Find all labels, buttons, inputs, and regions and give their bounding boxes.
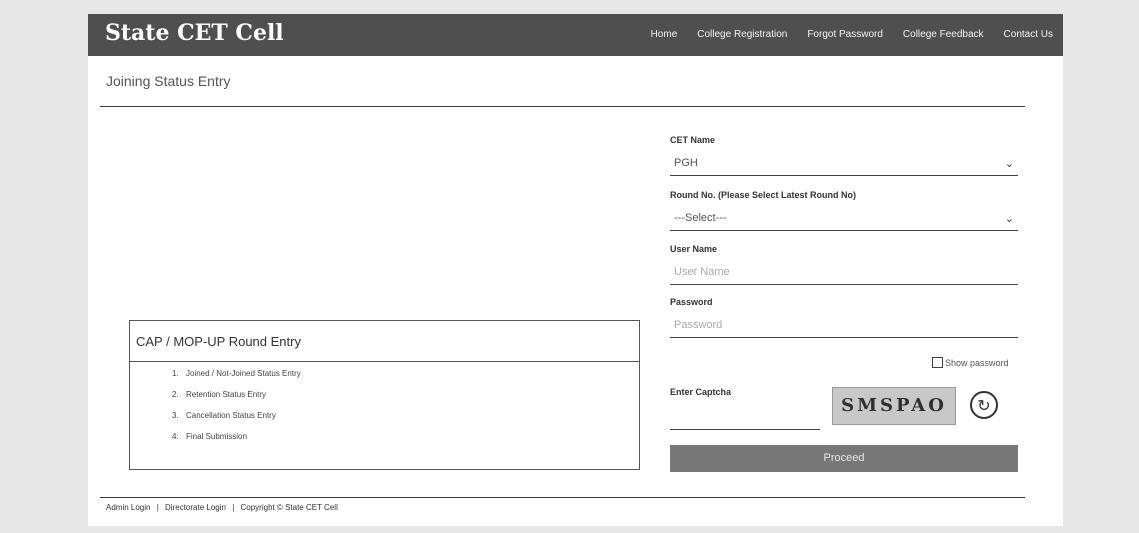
round-no-label: Round No. (Please Select Latest Round No… [670, 190, 857, 200]
captcha-input[interactable] [670, 407, 820, 430]
password-label: Password [670, 297, 713, 307]
list-item[interactable]: 3. Cancellation Status Entry [172, 411, 301, 432]
round-entry-list: 1. Joined / Not-Joined Status Entry 2. Ret… [172, 369, 301, 453]
nav-forgot-password[interactable]: Forgot Password [807, 29, 883, 40]
nav-college-feedback[interactable]: College Feedback [903, 29, 984, 40]
captcha-image: SMSPAO [832, 387, 956, 425]
round-no-value: ---Select--- [674, 212, 727, 224]
list-item[interactable]: 2. Retention Status Entry [172, 390, 301, 411]
footer-separator: | [156, 503, 159, 512]
show-password-checkbox[interactable] [932, 357, 943, 368]
nav-college-registration[interactable]: College Registration [697, 29, 787, 40]
refresh-icon[interactable]: ↻ [970, 391, 998, 419]
title-divider [100, 106, 1025, 107]
top-navbar: State CET Cell Home College Registration… [88, 14, 1063, 56]
nav-links: Home College Registration Forgot Passwor… [651, 29, 1053, 40]
username-placeholder: User Name [674, 266, 730, 278]
captcha-label: Enter Captcha [670, 387, 732, 397]
password-placeholder: Password [674, 319, 723, 331]
nav-home[interactable]: Home [651, 29, 678, 40]
password-input[interactable]: Password [670, 313, 1018, 338]
chevron-down-icon: ⌄ [1004, 213, 1014, 225]
round-no-select[interactable]: ---Select--- ⌄ [670, 206, 1018, 231]
brand-logo[interactable]: State CET Cell [105, 20, 284, 46]
list-item[interactable]: 1. Joined / Not-Joined Status Entry [172, 369, 301, 390]
round-entry-header: CAP / MOP-UP Round Entry [130, 321, 639, 362]
round-entry-panel: CAP / MOP-UP Round Entry 1. Joined / Not-… [129, 320, 640, 470]
show-password-toggle[interactable]: Show password [932, 357, 1009, 368]
round-entry-title: CAP / MOP-UP Round Entry [136, 334, 301, 349]
username-label: User Name [670, 244, 718, 254]
admin-login-link[interactable]: Admin Login [106, 503, 150, 512]
directorate-login-link[interactable]: Directorate Login [165, 503, 226, 512]
copyright-text: Copyright © State CET Cell [240, 503, 338, 512]
footer: Admin Login | Directorate Login | Copyri… [106, 503, 342, 512]
chevron-down-icon: ⌄ [1004, 158, 1014, 170]
show-password-label: Show password [945, 357, 1009, 368]
list-item[interactable]: 4. Final Submission [172, 432, 301, 453]
username-input[interactable]: User Name [670, 260, 1018, 285]
nav-contact-us[interactable]: Contact Us [1004, 29, 1053, 40]
footer-separator: | [232, 503, 235, 512]
cet-name-label: CET Name [670, 135, 716, 145]
page-title: Joining Status Entry [106, 73, 231, 89]
proceed-button[interactable]: Proceed [670, 445, 1018, 472]
cet-name-value: PGH [674, 157, 698, 169]
footer-divider [100, 497, 1025, 498]
cet-name-select[interactable]: PGH ⌄ [670, 151, 1018, 176]
